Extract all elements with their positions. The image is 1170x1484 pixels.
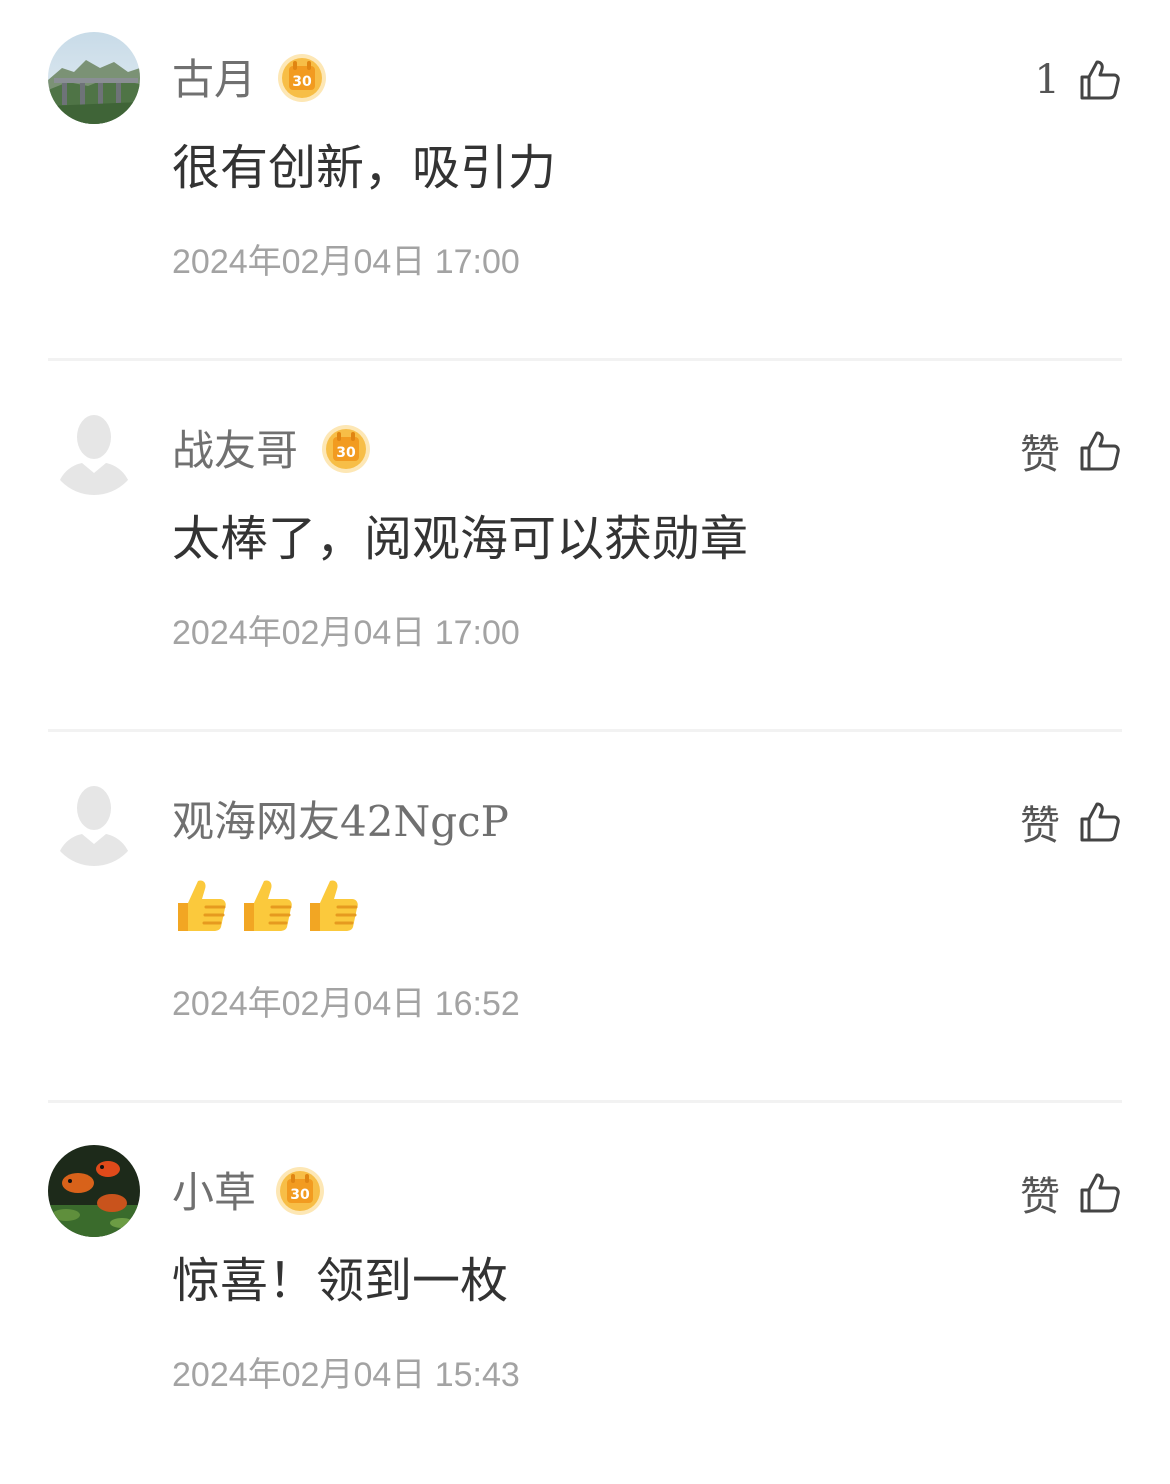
comment-item: 小草 30 赞 惊喜！领到一枚 2024年02月04日 15:43 [0, 1113, 1170, 1484]
comment-item: 战友哥 30 赞 太棒了，阅观海可以获勋章 2024年02月04日 17:00 [0, 371, 1170, 742]
username[interactable]: 战友哥 [172, 417, 298, 477]
svg-text:30: 30 [292, 74, 312, 90]
comment-text: 👍👍👍 [172, 870, 362, 940]
like-count: 1 [1034, 57, 1060, 103]
comment-list: 古月 30 1 很有创新，吸引力 2024年02月04日 17:00 战友哥 3… [0, 0, 1170, 1471]
comment-timestamp: 2024年02月04日 17:00 [172, 243, 520, 281]
thumbs-up-icon [1078, 800, 1122, 844]
username[interactable]: 古月 [172, 46, 256, 106]
comment-item: 古月 30 1 很有创新，吸引力 2024年02月04日 17:00 [0, 0, 1170, 371]
calendar-30-medal-icon: 30 [274, 1163, 326, 1219]
svg-text:30: 30 [336, 445, 356, 461]
user-avatar-landscape[interactable] [48, 32, 140, 124]
calendar-30-medal-icon: 30 [320, 421, 372, 477]
svg-text:30: 30 [290, 1187, 310, 1203]
divider [48, 1100, 1122, 1103]
comment-timestamp: 2024年02月04日 15:43 [172, 1356, 520, 1394]
like-label: 赞 [1020, 432, 1060, 478]
comment-timestamp: 2024年02月04日 17:00 [172, 614, 520, 652]
thumbs-up-icon [1078, 429, 1122, 473]
thumbs-up-emoji-icon [310, 880, 358, 931]
like-button[interactable]: 赞 [1020, 421, 1122, 481]
comment-text: 太棒了，阅观海可以获勋章 [172, 511, 749, 567]
thumbs-up-icon [1078, 1171, 1122, 1215]
user-avatar-goldfish[interactable] [48, 1145, 140, 1237]
thumbs-up-emoji-group [172, 873, 362, 937]
like-button[interactable]: 赞 [1020, 1163, 1122, 1223]
like-button[interactable]: 1 [1035, 50, 1122, 110]
comment-text: 惊喜！领到一枚 [172, 1253, 509, 1309]
divider [48, 729, 1122, 732]
comment-item: 观海网友42NgcP 赞 2024年02月04日 16:52 [0, 742, 1170, 1113]
thumbs-up-icon [1078, 58, 1122, 102]
comment-text: 很有创新，吸引力 [172, 140, 557, 196]
default-avatar-icon[interactable] [48, 774, 140, 866]
thumbs-up-emoji-icon [178, 880, 226, 931]
username[interactable]: 观海网友42NgcP [172, 788, 509, 848]
like-button[interactable]: 赞 [1020, 792, 1122, 852]
calendar-30-medal-icon: 30 [276, 50, 328, 106]
default-avatar-icon[interactable] [48, 403, 140, 495]
username[interactable]: 小草 [172, 1159, 256, 1219]
divider [48, 358, 1122, 361]
thumbs-up-emoji-icon [244, 880, 292, 931]
like-label: 赞 [1020, 803, 1060, 849]
like-label: 赞 [1020, 1174, 1060, 1220]
comment-timestamp: 2024年02月04日 16:52 [172, 985, 520, 1023]
